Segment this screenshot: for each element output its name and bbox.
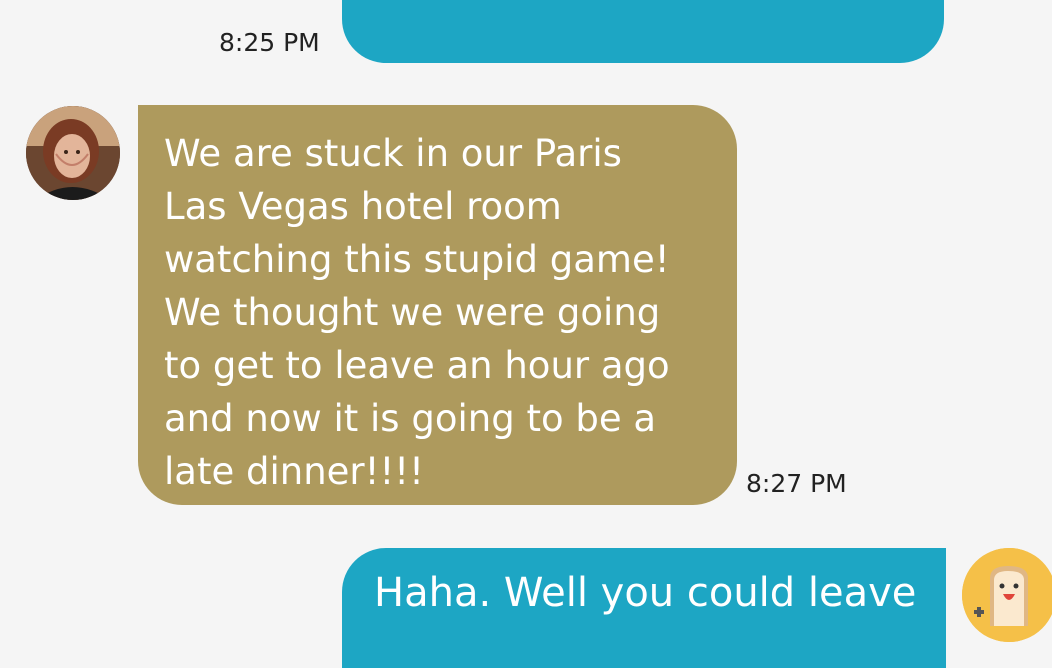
message-text: Haha. Well you could leave xyxy=(374,570,917,616)
message-timestamp: 8:25 PM xyxy=(219,28,320,57)
message-text: We are stuck in our Paris Las Vegas hote… xyxy=(164,132,670,493)
toast-character-icon xyxy=(962,548,1052,642)
message-bubble-outgoing[interactable]: vacation this weekend? xyxy=(342,0,944,63)
woman-portrait-icon xyxy=(26,106,120,200)
contact-avatar[interactable] xyxy=(26,106,120,200)
message-text: vacation this weekend? xyxy=(380,0,838,10)
message-bubble-outgoing[interactable]: Haha. Well you could leave xyxy=(342,548,946,668)
message-timestamp: 8:27 PM xyxy=(746,469,847,498)
message-bubble-incoming[interactable]: We are stuck in our Paris Las Vegas hote… xyxy=(138,105,737,505)
user-avatar[interactable] xyxy=(962,548,1052,642)
